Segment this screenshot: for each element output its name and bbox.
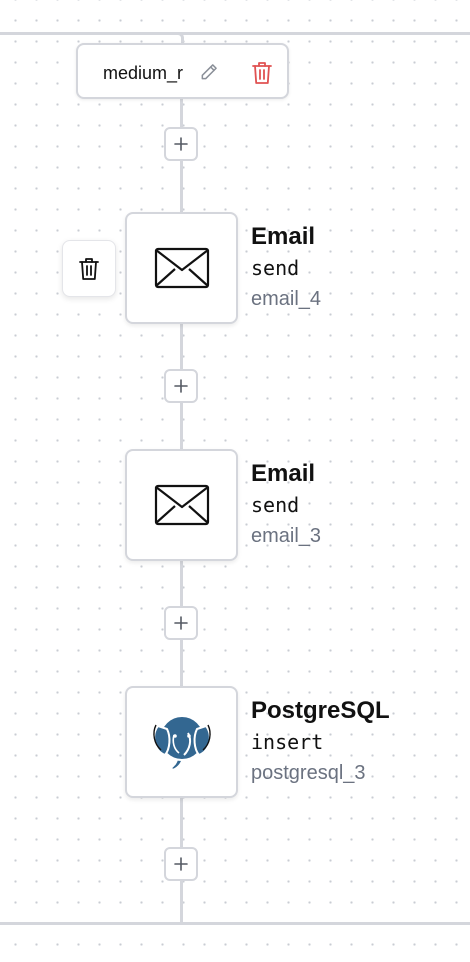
node-id: postgresql_3 [251, 762, 366, 784]
add-step-button[interactable] [164, 847, 198, 881]
node-action: send [251, 256, 300, 280]
node-title: Email [251, 223, 316, 250]
node-id: email_4 [251, 288, 322, 310]
plus-icon [174, 137, 188, 151]
plus-icon [174, 616, 188, 630]
node-action: insert [251, 730, 324, 754]
node-id: email_3 [251, 525, 322, 547]
email-node-info: Email send email_4 [251, 222, 321, 314]
email-node-card[interactable] [125, 449, 238, 561]
node-title: Email [251, 460, 316, 487]
pencil-icon[interactable] [199, 62, 219, 87]
node-action: send [251, 493, 300, 517]
email-node-card[interactable] [125, 212, 238, 324]
add-step-button[interactable] [164, 369, 198, 403]
canvas-frame-top-line [0, 32, 470, 35]
node-title: PostgreSQL [251, 697, 390, 724]
delete-node-button[interactable] [62, 240, 116, 297]
trigger-card[interactable]: medium_r [76, 43, 289, 99]
add-step-button[interactable] [164, 606, 198, 640]
postgresql-node-info: PostgreSQL insert postgresql_3 [251, 696, 390, 788]
envelope-icon [154, 247, 209, 289]
plus-icon [174, 379, 188, 393]
trigger-name-label: medium_r [103, 63, 184, 83]
trash-icon[interactable] [250, 60, 274, 91]
trash-icon [79, 257, 99, 280]
postgresql-node-card[interactable] [125, 686, 238, 798]
add-step-button[interactable] [164, 127, 198, 161]
email-node-info: Email send email_3 [251, 459, 321, 551]
plus-icon [174, 857, 188, 871]
postgresql-elephant-icon [152, 715, 211, 771]
canvas-frame-bottom-line [0, 922, 470, 925]
envelope-icon [154, 484, 209, 526]
